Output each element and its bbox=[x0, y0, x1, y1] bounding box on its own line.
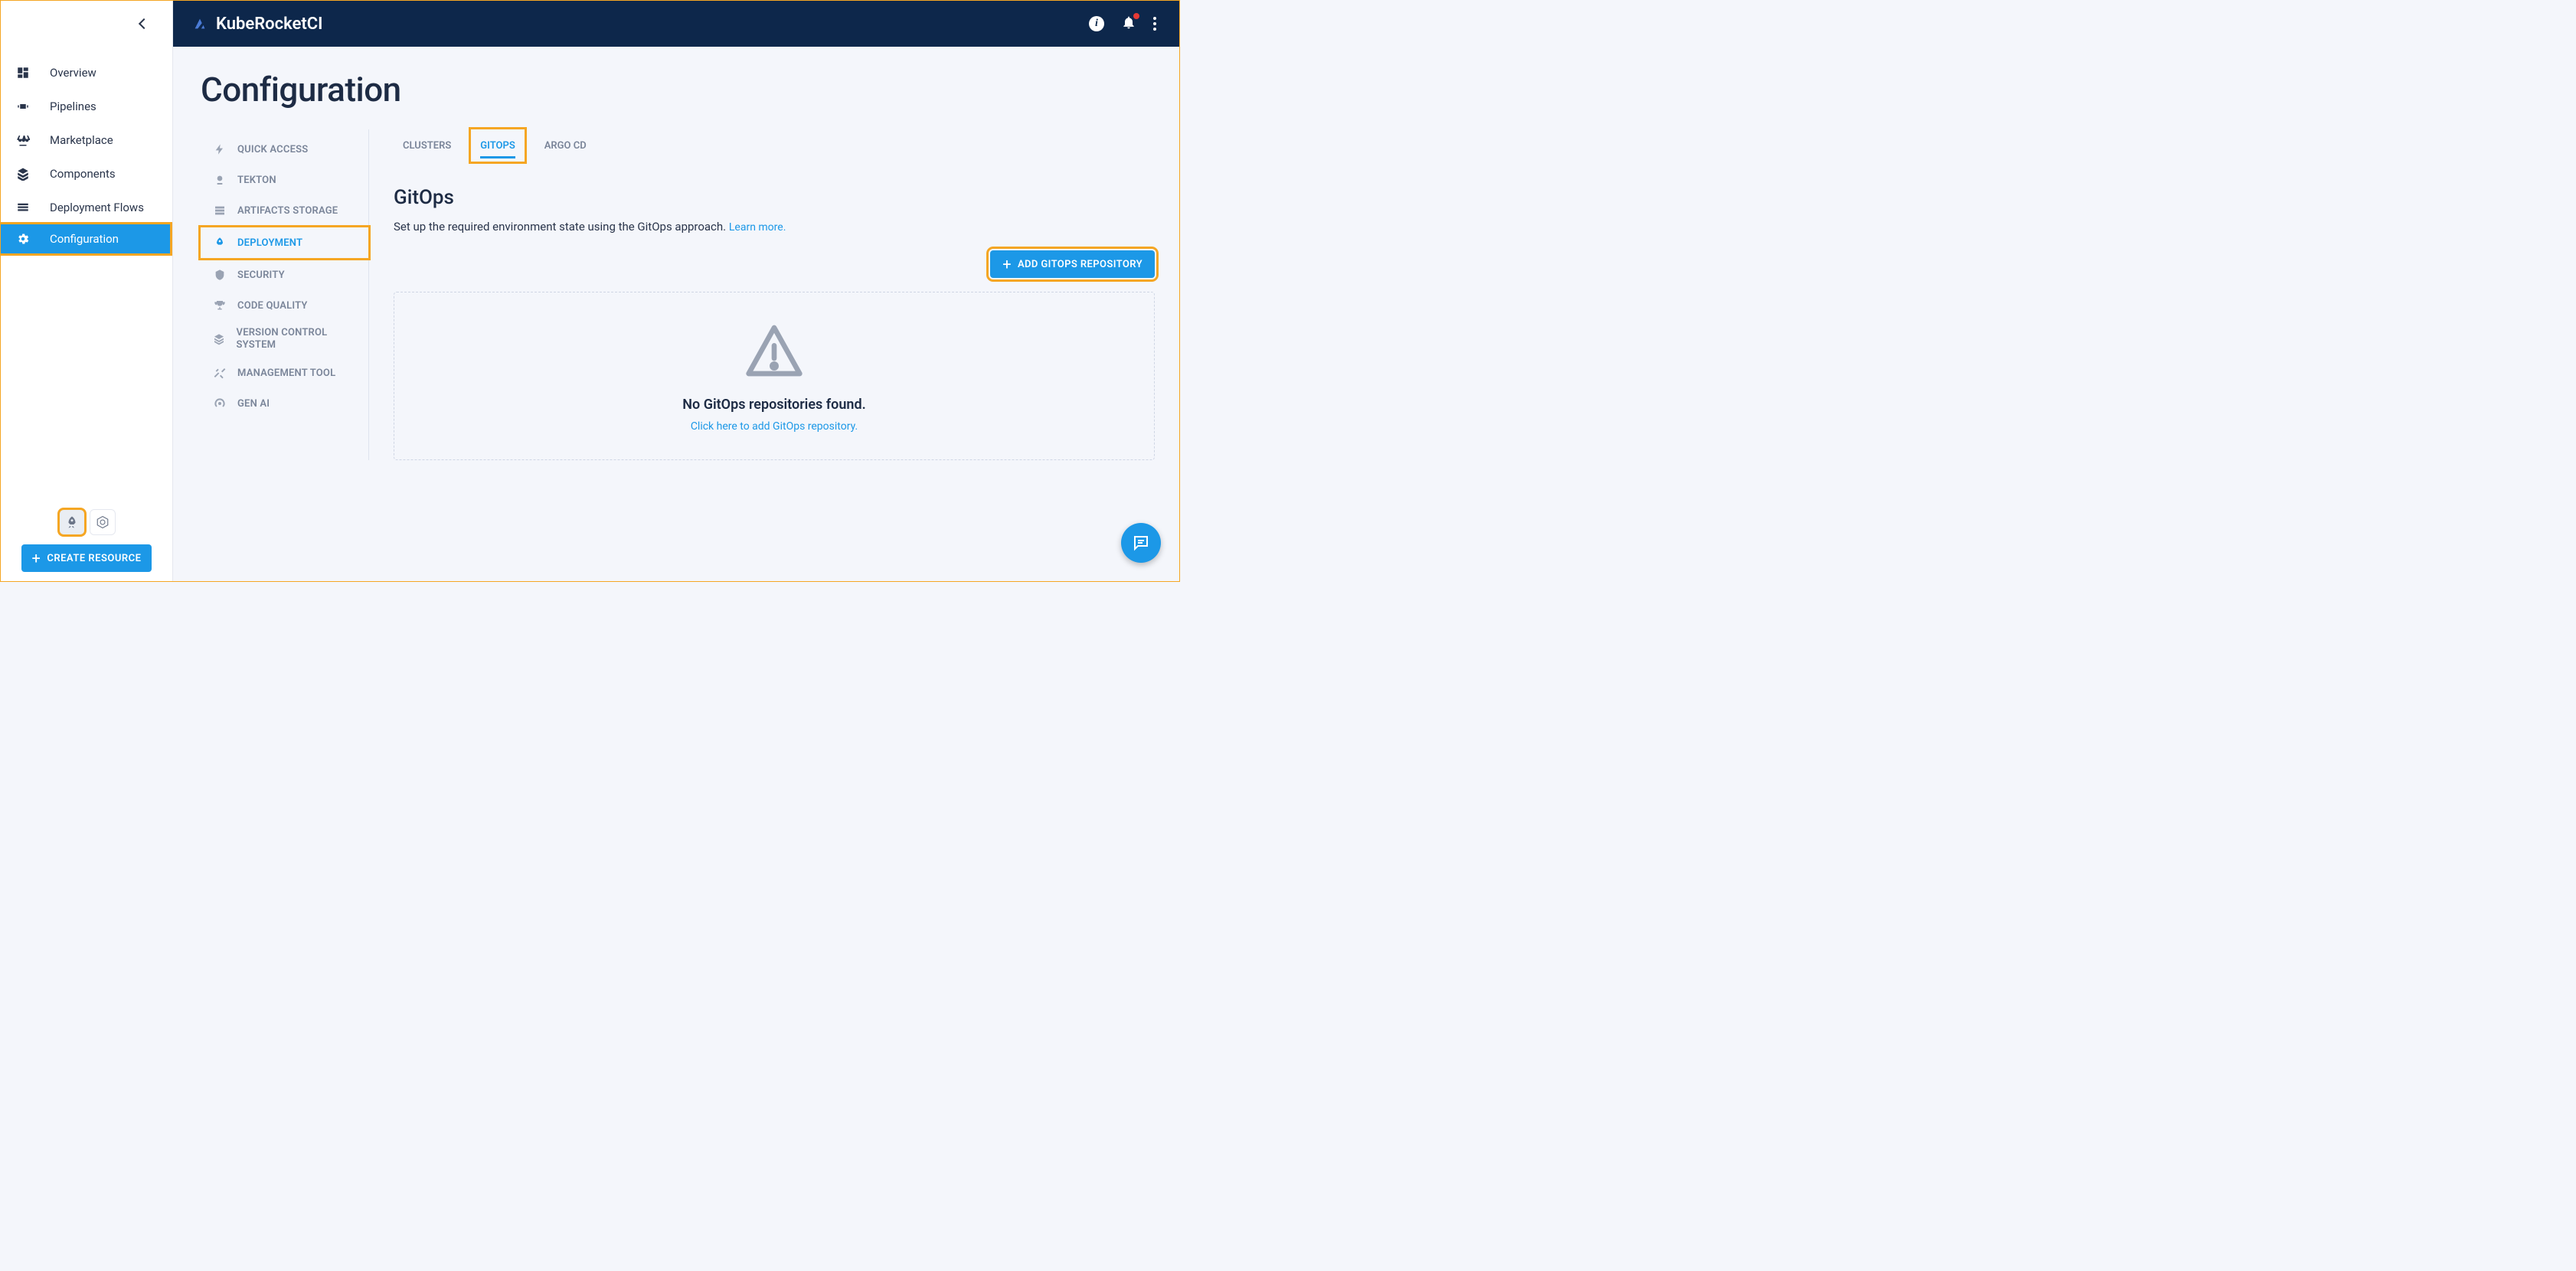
k8s-tool-button[interactable] bbox=[90, 509, 116, 535]
cfg-quick-access[interactable]: QUICK ACCESS bbox=[201, 134, 368, 165]
brand-label: KubeRocketCI bbox=[216, 15, 322, 34]
chat-icon bbox=[1132, 534, 1150, 552]
nav-deployment-flows[interactable]: Deployment Flows bbox=[1, 191, 172, 224]
learn-more-link[interactable]: Learn more. bbox=[729, 221, 786, 234]
tab-gitops[interactable]: GITOPS bbox=[471, 129, 524, 162]
marketplace-icon bbox=[15, 133, 31, 147]
notifications-button[interactable] bbox=[1121, 15, 1136, 33]
sidebar-bottom: + CREATE RESOURCE bbox=[1, 503, 172, 581]
create-resource-label: CREATE RESOURCE bbox=[47, 553, 141, 564]
empty-add-link[interactable]: Click here to add GitOps repository. bbox=[691, 420, 858, 433]
cfg-tekton[interactable]: TEKTON bbox=[201, 165, 368, 195]
cfg-deployment[interactable]: DEPLOYMENT bbox=[201, 227, 368, 258]
cfg-gen-ai[interactable]: GEN AI bbox=[201, 388, 368, 419]
section-title: GitOps bbox=[394, 186, 1155, 209]
notification-dot bbox=[1133, 13, 1139, 19]
nav-label: Deployment Flows bbox=[50, 201, 144, 214]
sidebar-collapse-button[interactable] bbox=[1, 1, 172, 47]
components-icon bbox=[15, 167, 31, 181]
tabs: CLUSTERS GITOPS ARGO CD bbox=[394, 129, 1155, 162]
tools-icon bbox=[211, 367, 228, 379]
overview-icon bbox=[15, 66, 31, 80]
sidebar: Overview Pipelines Marketplace Component… bbox=[1, 1, 173, 581]
nav-overview[interactable]: Overview bbox=[1, 56, 172, 90]
plus-icon: + bbox=[1002, 255, 1012, 273]
empty-title: No GitOps repositories found. bbox=[682, 397, 865, 413]
pipelines-icon bbox=[15, 100, 31, 113]
add-gitops-button[interactable]: + ADD GITOPS REPOSITORY bbox=[990, 250, 1155, 278]
shield-icon bbox=[211, 269, 228, 281]
storage-icon bbox=[211, 204, 228, 217]
nav-label: Marketplace bbox=[50, 133, 113, 147]
page-title: Configuration bbox=[201, 70, 1155, 109]
tab-argocd[interactable]: ARGO CD bbox=[535, 129, 596, 162]
empty-state: No GitOps repositories found. Click here… bbox=[394, 292, 1155, 460]
config-menu: QUICK ACCESS TEKTON ARTIFACTS STORAGE DE… bbox=[201, 129, 369, 460]
main-content: Configuration QUICK ACCESS TEKTON ARTIFA… bbox=[173, 47, 1179, 581]
chevron-left-icon bbox=[139, 18, 149, 29]
rocket-icon bbox=[65, 515, 79, 529]
deployment-flows-icon bbox=[15, 201, 31, 214]
cfg-code-quality[interactable]: CODE QUALITY bbox=[201, 290, 368, 321]
section-description: Set up the required environment state us… bbox=[394, 220, 1155, 234]
rocket-tool-button[interactable] bbox=[59, 509, 85, 535]
warning-icon bbox=[744, 320, 805, 384]
rocket-icon bbox=[211, 237, 228, 249]
nav-pipelines[interactable]: Pipelines bbox=[1, 90, 172, 123]
tab-clusters[interactable]: CLUSTERS bbox=[394, 129, 460, 162]
brand-icon bbox=[191, 15, 208, 32]
create-resource-button[interactable]: + CREATE RESOURCE bbox=[21, 544, 152, 572]
kubernetes-icon bbox=[96, 515, 110, 529]
brand[interactable]: KubeRocketCI bbox=[191, 15, 322, 34]
nav-components[interactable]: Components bbox=[1, 157, 172, 191]
more-menu-button[interactable] bbox=[1153, 17, 1156, 31]
nav-label: Pipelines bbox=[50, 100, 96, 113]
trophy-icon bbox=[211, 299, 228, 312]
nav-label: Configuration bbox=[50, 232, 119, 246]
sidebar-nav: Overview Pipelines Marketplace Component… bbox=[1, 47, 172, 253]
ai-icon bbox=[211, 397, 228, 410]
configuration-icon bbox=[15, 232, 31, 246]
layers-icon bbox=[211, 333, 227, 345]
info-button[interactable]: i bbox=[1089, 16, 1104, 31]
chat-fab[interactable] bbox=[1121, 523, 1161, 563]
lightning-icon bbox=[211, 143, 228, 155]
tekton-icon bbox=[211, 174, 228, 186]
cfg-management-tool[interactable]: MANAGEMENT TOOL bbox=[201, 358, 368, 388]
cfg-vcs[interactable]: VERSION CONTROL SYSTEM bbox=[201, 321, 368, 358]
cfg-artifacts[interactable]: ARTIFACTS STORAGE bbox=[201, 195, 368, 226]
nav-configuration[interactable]: Configuration bbox=[0, 222, 172, 256]
plus-icon: + bbox=[31, 549, 41, 567]
nav-label: Components bbox=[50, 167, 116, 181]
nav-marketplace[interactable]: Marketplace bbox=[1, 123, 172, 157]
topbar: KubeRocketCI i bbox=[173, 1, 1179, 47]
nav-label: Overview bbox=[50, 66, 96, 80]
content-main: CLUSTERS GITOPS ARGO CD GitOps Set up th… bbox=[369, 129, 1155, 460]
cfg-security[interactable]: SECURITY bbox=[201, 260, 368, 290]
